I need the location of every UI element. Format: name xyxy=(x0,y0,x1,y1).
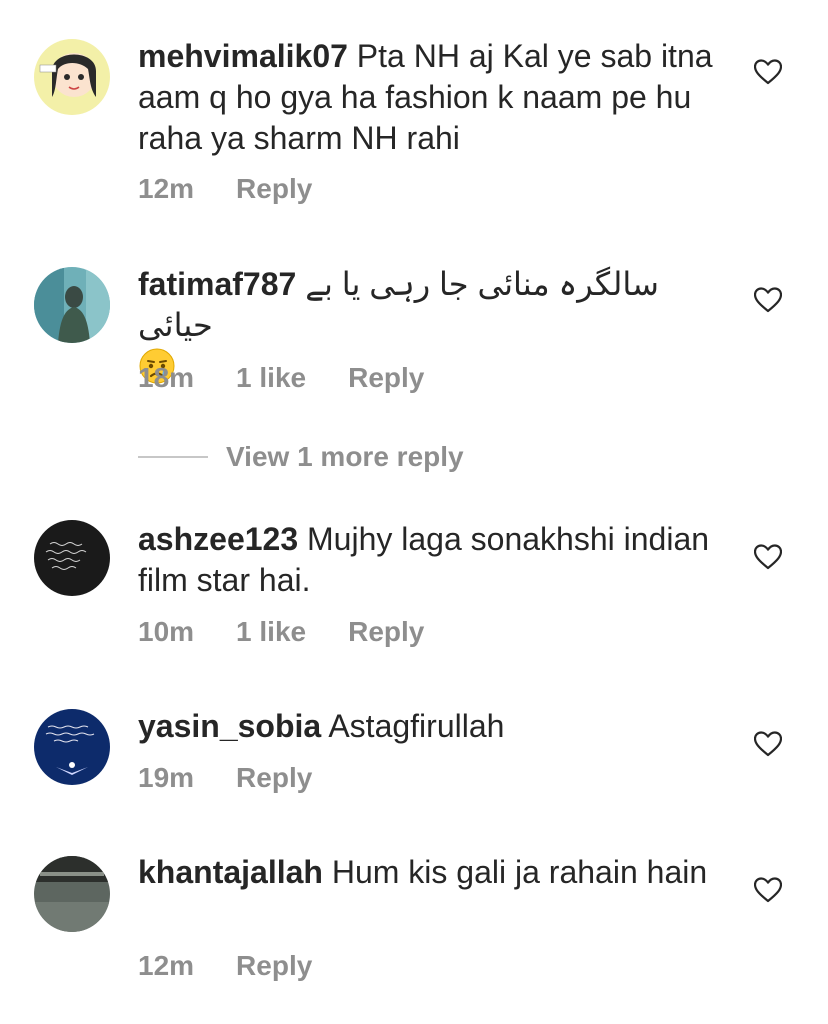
like-heart-icon[interactable] xyxy=(754,544,782,570)
like-heart-icon[interactable] xyxy=(754,877,782,903)
avatar[interactable] xyxy=(34,39,110,115)
like-heart-icon[interactable] xyxy=(754,287,782,313)
reply-thread-divider xyxy=(138,456,208,458)
comment-time: 10m xyxy=(138,616,195,647)
comment-username[interactable]: yasin_sobia xyxy=(138,708,321,744)
quote-image-avatar-icon xyxy=(34,709,110,785)
comment-meta: 12m Reply xyxy=(138,173,312,205)
avatar[interactable] xyxy=(34,520,110,596)
comment-text: khantajallah Hum kis gali ja rahain hain xyxy=(138,852,728,893)
comment-username[interactable]: mehvimalik07 xyxy=(138,38,348,74)
comment-likes[interactable]: 1 like xyxy=(236,362,306,394)
comment-likes[interactable]: 1 like xyxy=(236,616,306,648)
quote-image-avatar-icon xyxy=(34,520,110,596)
comment-meta: 10m 1 like Reply xyxy=(138,616,424,648)
comment-text: yasin_sobia Astagfirullah xyxy=(138,706,728,747)
comment-body: Astagfirullah xyxy=(328,708,505,744)
comment-time: 12m xyxy=(138,950,195,981)
reply-button[interactable]: Reply xyxy=(348,362,424,394)
comment-meta: 18m 1 like Reply xyxy=(138,362,424,394)
comment-username[interactable]: fatimaf787 xyxy=(138,266,296,302)
comment-meta: 12m Reply xyxy=(138,950,312,982)
like-heart-icon[interactable] xyxy=(754,59,782,85)
view-more-replies[interactable]: View 1 more reply xyxy=(138,440,464,474)
like-heart-icon[interactable] xyxy=(754,731,782,757)
cartoon-girl-avatar-icon xyxy=(34,39,110,115)
photo-avatar-icon xyxy=(34,267,110,343)
comment-meta: 19m Reply xyxy=(138,762,312,794)
reply-button[interactable]: Reply xyxy=(236,762,312,794)
comment-username[interactable]: khantajallah xyxy=(138,854,323,890)
view-more-replies-label[interactable]: View 1 more reply xyxy=(226,441,464,473)
reply-button[interactable]: Reply xyxy=(236,950,312,982)
photo-avatar-icon xyxy=(34,856,110,932)
avatar[interactable] xyxy=(34,709,110,785)
avatar[interactable] xyxy=(34,856,110,932)
comment-text: mehvimalik07 Pta NH aj Kal ye sab itna a… xyxy=(138,36,728,159)
comment-username[interactable]: ashzee123 xyxy=(138,521,298,557)
comment-time: 19m xyxy=(138,762,195,793)
reply-button[interactable]: Reply xyxy=(348,616,424,648)
comment-text: ashzee123 Mujhy laga sonakhshi indian fi… xyxy=(138,519,728,601)
comment-body: Hum kis gali ja rahain hain xyxy=(331,854,708,890)
avatar[interactable] xyxy=(34,267,110,343)
reply-button[interactable]: Reply xyxy=(236,173,312,205)
comment-time: 18m xyxy=(138,362,195,393)
comment-time: 12m xyxy=(138,173,195,204)
